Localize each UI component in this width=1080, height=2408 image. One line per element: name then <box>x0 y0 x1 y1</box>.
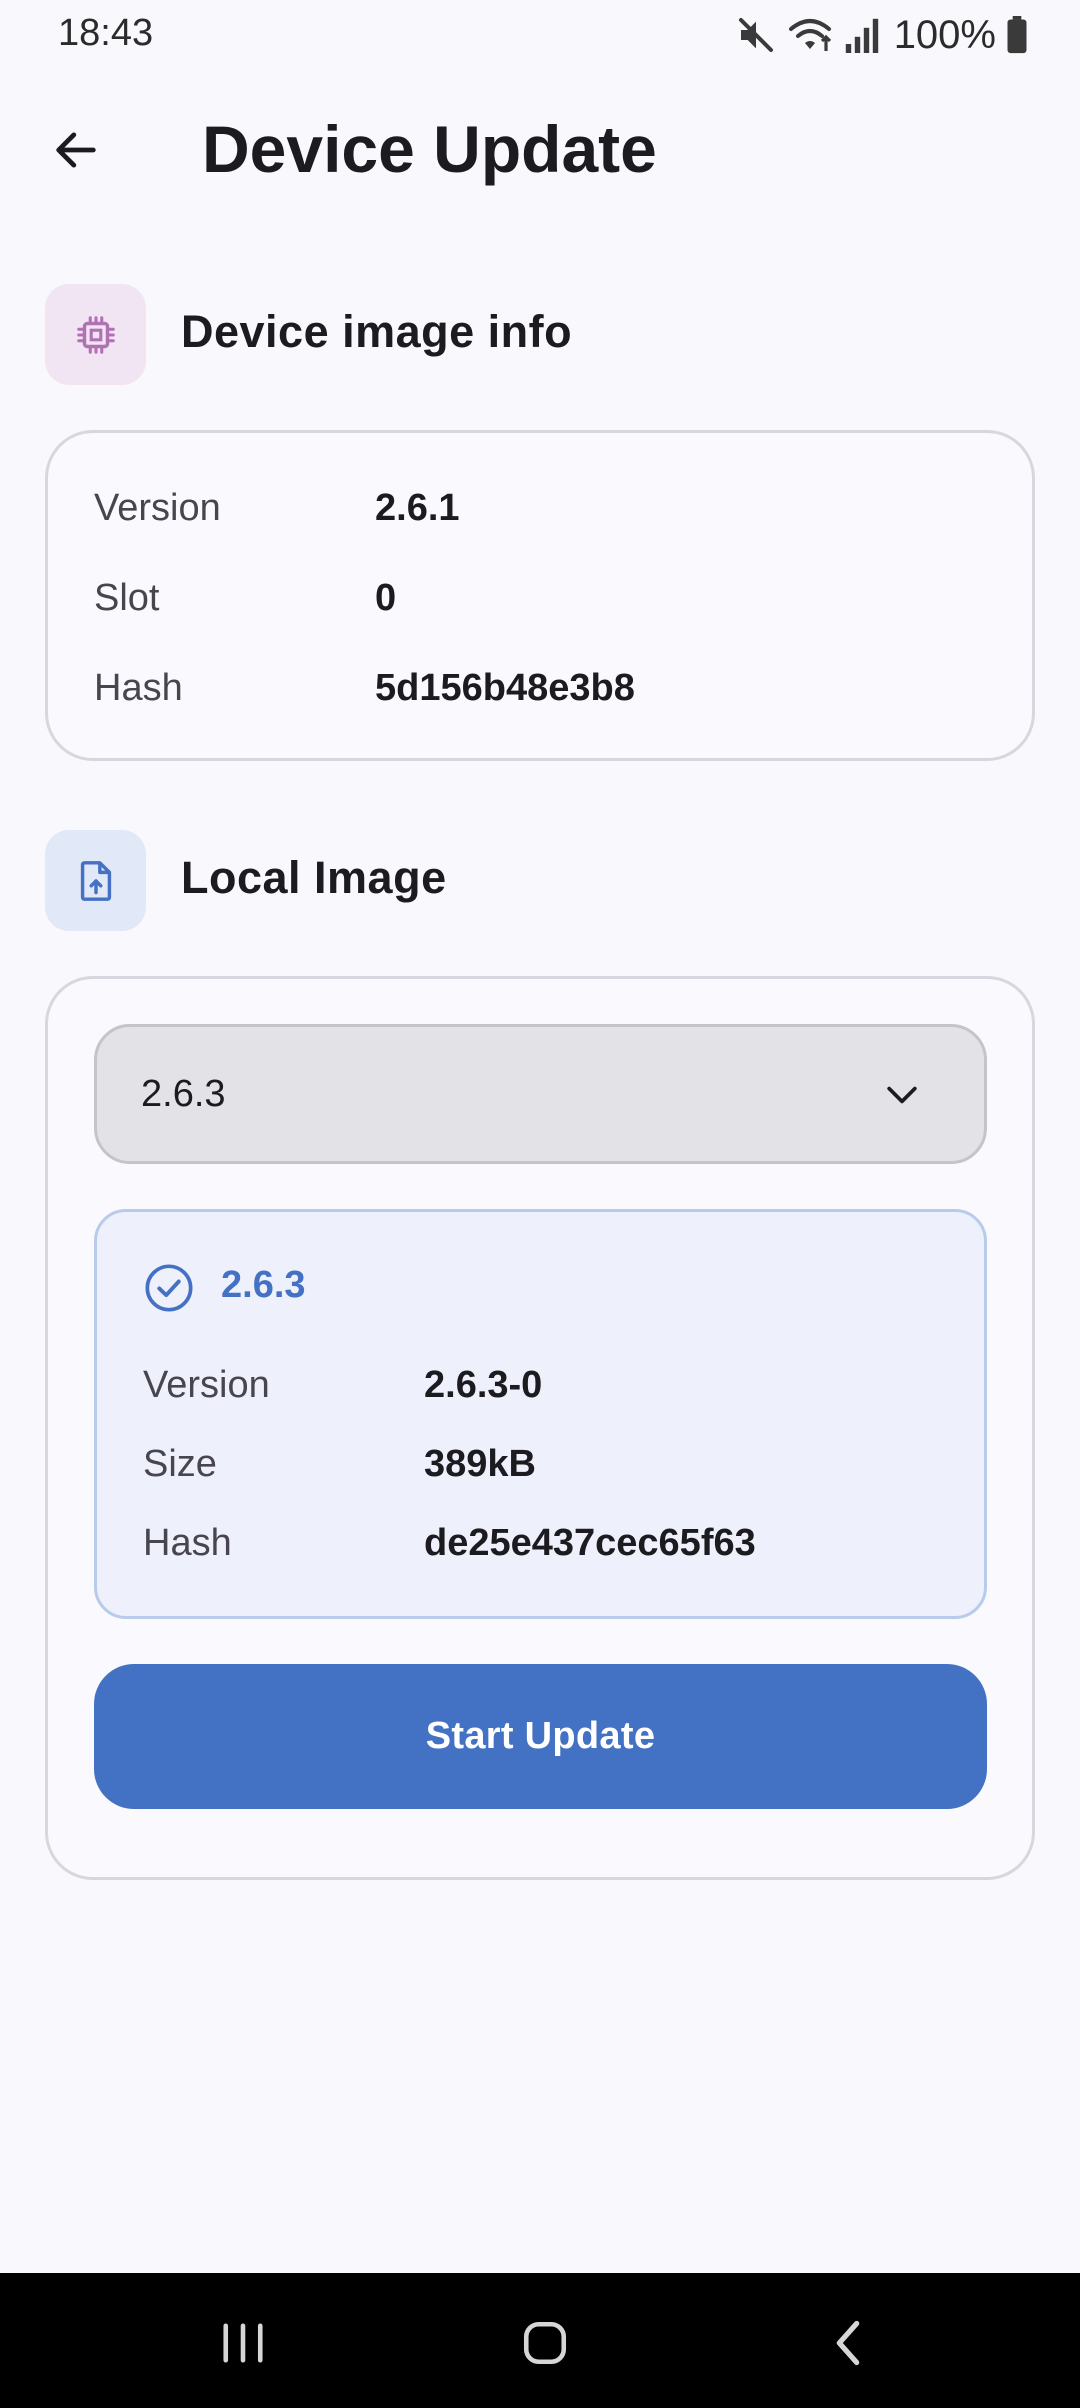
dropdown-selected-value: 2.6.3 <box>141 1073 226 1115</box>
device-slot-value: 0 <box>375 577 397 619</box>
back-button[interactable] <box>38 112 114 188</box>
image-size-value: 389kB <box>424 1443 536 1485</box>
selected-image-title: 2.6.3 <box>221 1264 306 1306</box>
chevron-down-icon <box>876 1069 928 1121</box>
local-image-title: Local Image <box>181 852 447 903</box>
start-update-button[interactable]: Start Update <box>94 1664 987 1809</box>
page-title: Device Update <box>202 112 657 186</box>
local-image-card: 2.6.3 2.6.3 Version 2.6.3-0 Size 389kB H… <box>45 976 1035 1880</box>
status-time: 18:43 <box>58 12 154 54</box>
image-hash-value: de25e437cec65f63 <box>424 1522 756 1564</box>
image-version-row: Version 2.6.3-0 <box>143 1364 938 1420</box>
device-version-label: Version <box>94 487 221 529</box>
nav-back-button[interactable] <box>798 2303 898 2383</box>
device-version-value: 2.6.1 <box>375 487 460 529</box>
device-slot-row: Slot 0 <box>94 577 986 633</box>
device-update-screen: 18:43 100% Device Update Device image in… <box>0 0 1080 2408</box>
home-button[interactable] <box>495 2303 595 2383</box>
image-version-label: Version <box>143 1364 270 1406</box>
local-image-header: Local Image <box>45 830 1035 932</box>
device-image-header: Device image info <box>45 284 1035 386</box>
image-hash-row: Hash de25e437cec65f63 <box>143 1522 938 1578</box>
image-size-row: Size 389kB <box>143 1443 938 1499</box>
status-bar: 18:43 100% <box>0 0 1080 70</box>
image-version-dropdown[interactable]: 2.6.3 <box>94 1024 987 1164</box>
recents-icon <box>223 2323 263 2363</box>
app-bar: Device Update <box>0 90 1080 206</box>
device-hash-label: Hash <box>94 667 183 709</box>
home-icon <box>523 2321 567 2365</box>
chip-icon <box>76 315 115 354</box>
selected-image-panel: 2.6.3 Version 2.6.3-0 Size 389kB Hash de… <box>94 1209 987 1619</box>
wifi-icon <box>788 19 831 51</box>
status-icons: 100% <box>736 10 1028 60</box>
mute-icon <box>738 18 773 52</box>
device-slot-label: Slot <box>94 577 160 619</box>
file-upload-icon <box>80 860 111 901</box>
signal-icon <box>845 18 878 53</box>
battery-percent: 100% <box>893 12 996 57</box>
check-circle-icon <box>145 1264 193 1312</box>
recents-button[interactable] <box>193 2303 293 2383</box>
image-hash-label: Hash <box>143 1522 232 1564</box>
image-size-label: Size <box>143 1443 217 1485</box>
device-version-row: Version 2.6.1 <box>94 487 986 543</box>
device-hash-value: 5d156b48e3b8 <box>375 667 635 709</box>
local-image-icon-box <box>45 830 146 931</box>
arrow-back-icon <box>56 132 96 168</box>
back-icon <box>836 2320 860 2366</box>
battery-icon <box>1007 16 1027 54</box>
system-nav-bar <box>0 2273 1080 2408</box>
device-image-card: Version 2.6.1 Slot 0 Hash 5d156b48e3b8 <box>45 430 1035 761</box>
image-version-value: 2.6.3-0 <box>424 1364 543 1406</box>
device-image-title: Device image info <box>181 306 573 357</box>
device-hash-row: Hash 5d156b48e3b8 <box>94 667 986 723</box>
device-image-icon-box <box>45 284 146 385</box>
